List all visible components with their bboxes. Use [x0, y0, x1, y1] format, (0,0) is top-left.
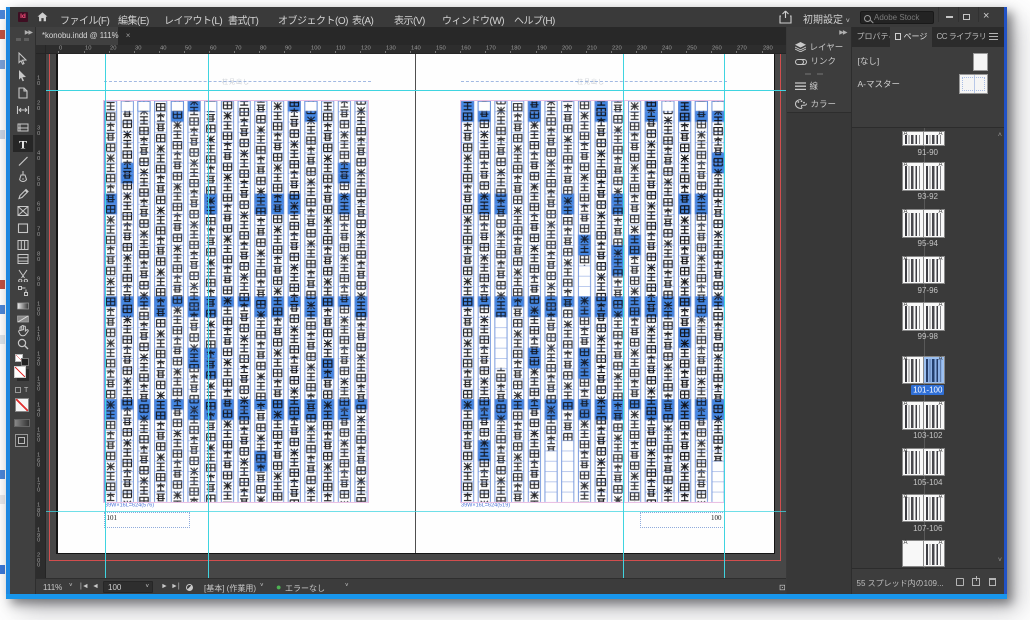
svg-text:T: T [19, 138, 27, 152]
